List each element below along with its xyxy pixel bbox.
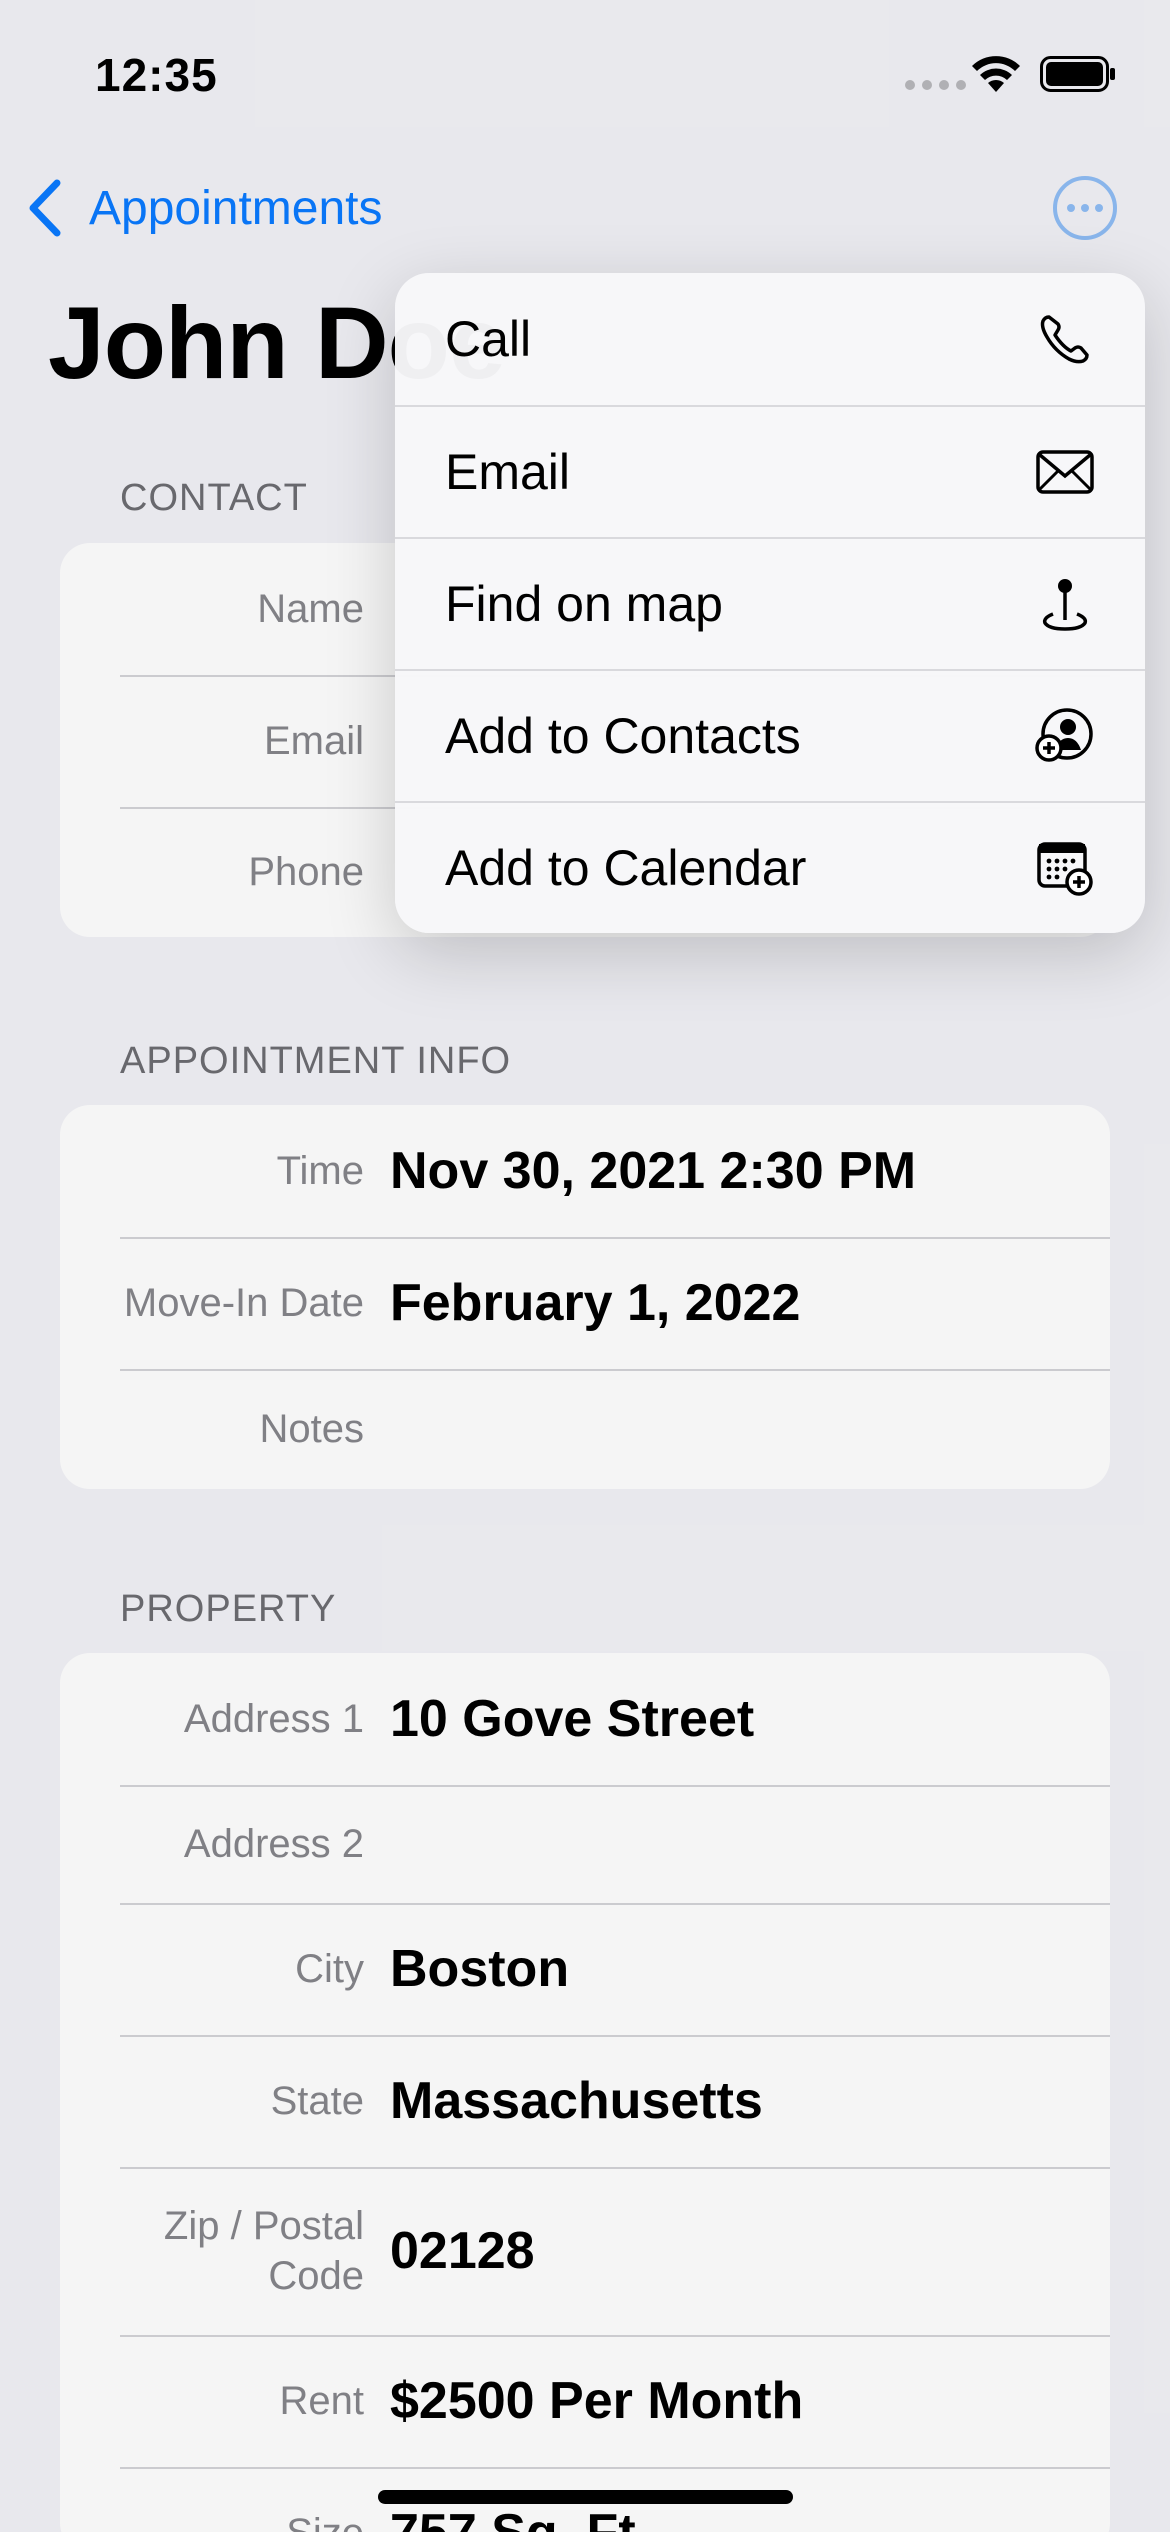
- contact-name-label: Name: [257, 587, 364, 631]
- back-button[interactable]: Appointments: [25, 175, 383, 241]
- actions-menu: Call Email Find on map Add to Contacts A…: [395, 273, 1145, 933]
- cellular-signal-icon: [905, 80, 966, 90]
- state-label: State: [270, 2079, 364, 2123]
- ellipsis-icon: [1067, 204, 1075, 212]
- notes-row[interactable]: Notes: [60, 1369, 1110, 1489]
- size-label: Size: [60, 2508, 390, 2532]
- battery-icon: [1040, 56, 1115, 92]
- zip-label: Zip / Postal Code: [163, 2204, 364, 2298]
- map-pin-icon: [1042, 579, 1088, 631]
- more-options-button[interactable]: [1053, 176, 1117, 240]
- appointment-time-value: Nov 30, 2021 2:30 PM: [390, 1142, 917, 1200]
- notes-label: Notes: [259, 1407, 365, 1451]
- property-card: Address 1 10 Gove Street Address 2 City …: [60, 1653, 1110, 2532]
- size-value: 757 Sq. Ft: [390, 2503, 636, 2532]
- appointment-time-row[interactable]: Time Nov 30, 2021 2:30 PM: [60, 1105, 1110, 1237]
- address2-row[interactable]: Address 2: [60, 1785, 1110, 1903]
- zip-row[interactable]: Zip / Postal Code 02128: [60, 2167, 1110, 2335]
- appointment-section-header: APPOINTMENT INFO: [120, 1040, 512, 1082]
- appointment-card: Time Nov 30, 2021 2:30 PM Move-In Date F…: [60, 1105, 1110, 1489]
- menu-item-add-to-contacts-label: Add to Contacts: [445, 708, 801, 764]
- city-row[interactable]: City Boston: [60, 1903, 1110, 2035]
- rent-row[interactable]: Rent $2500 Per Month: [60, 2335, 1110, 2467]
- contact-phone-label: Phone: [248, 850, 364, 894]
- address1-value: 10 Gove Street: [390, 1690, 755, 1748]
- contact-section-header: CONTACT: [120, 477, 308, 519]
- status-time: 12:35: [95, 49, 218, 101]
- move-in-date-value: February 1, 2022: [390, 1274, 801, 1332]
- back-button-label: Appointments: [89, 181, 383, 235]
- menu-item-email-label: Email: [445, 444, 571, 500]
- move-in-date-label: Move-In Date: [123, 1281, 364, 1325]
- envelope-icon: [1036, 450, 1094, 494]
- wifi-icon: [972, 56, 1020, 92]
- address2-label: Address 2: [183, 1822, 364, 1866]
- rent-value: $2500 Per Month: [390, 2372, 804, 2430]
- appointment-time-label: Time: [276, 1149, 364, 1193]
- chevron-left-icon: [29, 179, 61, 237]
- menu-item-call[interactable]: Call: [395, 273, 1145, 405]
- property-section-header: PROPERTY: [120, 1588, 337, 1630]
- zip-value: 02128: [390, 2222, 535, 2280]
- menu-item-find-on-map-label: Find on map: [445, 576, 723, 632]
- phone-icon: [1040, 315, 1089, 364]
- add-contact-icon: [1035, 708, 1093, 762]
- address1-row[interactable]: Address 1 10 Gove Street: [60, 1653, 1110, 1785]
- status-bar: 12:35: [0, 0, 1170, 150]
- state-value: Massachusetts: [390, 2072, 763, 2130]
- city-label: City: [295, 1947, 364, 1991]
- add-calendar-icon: [1037, 842, 1093, 896]
- menu-item-find-on-map[interactable]: Find on map: [395, 537, 1145, 669]
- menu-item-call-label: Call: [445, 311, 532, 367]
- city-value: Boston: [390, 1940, 570, 1998]
- menu-item-add-to-calendar-label: Add to Calendar: [445, 840, 807, 896]
- rent-label: Rent: [279, 2379, 365, 2423]
- contact-email-label: Email: [263, 719, 364, 763]
- address1-label: Address 1: [183, 1697, 364, 1741]
- move-in-date-row[interactable]: Move-In Date February 1, 2022: [60, 1237, 1110, 1369]
- menu-item-add-to-calendar[interactable]: Add to Calendar: [395, 801, 1145, 933]
- menu-item-add-to-contacts[interactable]: Add to Contacts: [395, 669, 1145, 801]
- menu-item-email[interactable]: Email: [395, 405, 1145, 537]
- state-row[interactable]: State Massachusetts: [60, 2035, 1110, 2167]
- home-indicator[interactable]: [378, 2490, 793, 2504]
